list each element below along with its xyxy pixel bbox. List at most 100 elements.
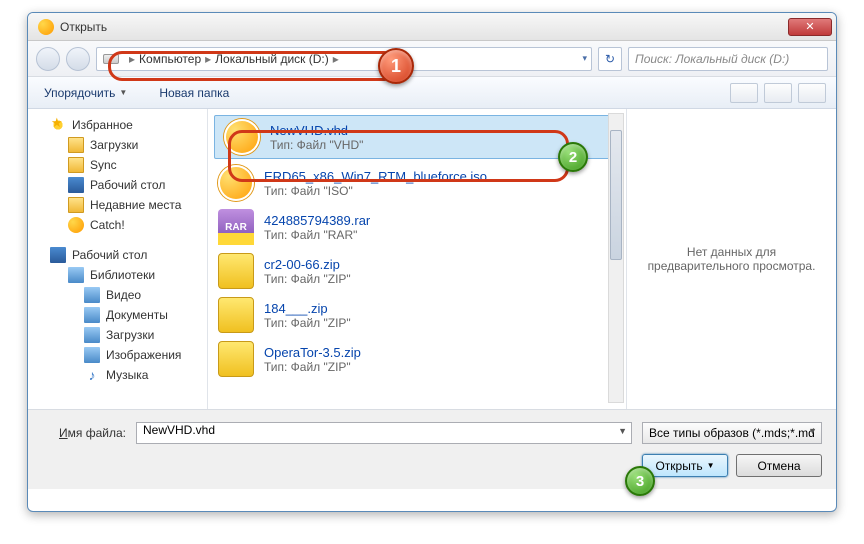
file-type: Тип: Файл "ZIP" — [264, 360, 361, 374]
desktop-icon — [50, 247, 66, 263]
window-title: Открыть — [60, 20, 107, 34]
filetype-select[interactable]: Все типы образов (*.mds;*.md▼ — [642, 422, 822, 444]
sidebar-item-documents[interactable]: Документы — [28, 305, 207, 325]
help-button[interactable] — [798, 83, 826, 103]
chevron-down-icon[interactable]: ▼ — [618, 426, 627, 436]
address-bar[interactable]: ▸ Компьютер ▸ Локальный диск (D:) ▸ ▾ — [96, 47, 592, 71]
filename-value: NewVHD.vhd — [143, 423, 215, 437]
sidebar-item-images[interactable]: Изображения — [28, 345, 207, 365]
downloads-icon — [84, 327, 100, 343]
sidebar-item-label: Catch! — [90, 218, 125, 232]
chevron-right-icon: ▸ — [129, 52, 135, 66]
sidebar-item-label: Музыка — [106, 368, 148, 382]
documents-icon — [84, 307, 100, 323]
file-type: Тип: Файл "ZIP" — [264, 316, 351, 330]
annotation-callout-3: 3 — [625, 466, 655, 496]
disc-image-icon — [218, 165, 254, 201]
dialog-body: Избранное Загрузки Sync Рабочий стол Нед… — [28, 109, 836, 409]
file-type: Тип: Файл "ZIP" — [264, 272, 351, 286]
refresh-button[interactable]: ↻ — [598, 47, 622, 71]
open-label: Открыть — [655, 459, 702, 473]
cancel-button[interactable]: Отмена — [736, 454, 822, 477]
sidebar-item-desktop[interactable]: Рабочий стол — [28, 175, 207, 195]
sidebar-item-downloads2[interactable]: Загрузки — [28, 325, 207, 345]
app-icon — [38, 19, 54, 35]
sidebar-item-label: Sync — [90, 158, 117, 172]
sidebar-item-sync[interactable]: Sync — [28, 155, 207, 175]
nav-forward-button[interactable] — [66, 47, 90, 71]
titlebar: Открыть ✕ — [28, 13, 836, 41]
sidebar-item-label: Видео — [106, 288, 141, 302]
libraries-icon — [68, 267, 84, 283]
folder-icon — [68, 137, 84, 153]
video-icon — [84, 287, 100, 303]
file-row[interactable]: OperaTor-3.5.zipТип: Файл "ZIP" — [208, 337, 626, 381]
sidebar-libraries[interactable]: Библиотеки — [28, 265, 207, 285]
sidebar-favorites[interactable]: Избранное — [28, 115, 207, 135]
address-dropdown-icon[interactable]: ▾ — [582, 53, 587, 64]
zip-icon — [218, 297, 254, 333]
scroll-thumb[interactable] — [610, 130, 622, 260]
favorites-label: Избранное — [72, 118, 133, 132]
chevron-right-icon: ▸ — [333, 52, 339, 66]
desktop-icon — [68, 177, 84, 193]
catch-icon — [68, 217, 84, 233]
file-type: Тип: Файл "RAR" — [264, 228, 370, 242]
open-button[interactable]: Открыть ▼ — [642, 454, 728, 477]
preview-pane: Нет данных для предварительного просмотр… — [626, 109, 836, 409]
nav-back-button[interactable] — [36, 47, 60, 71]
disc-image-icon — [224, 119, 260, 155]
filename-label: Имя файла: — [42, 426, 126, 440]
filename-label-text: мя файла: — [68, 426, 126, 440]
chevron-down-icon: ▼ — [119, 88, 127, 97]
sidebar-item-recent[interactable]: Недавние места — [28, 195, 207, 215]
sidebar-item-video[interactable]: Видео — [28, 285, 207, 305]
preview-empty-text: Нет данных для предварительного просмотр… — [647, 245, 816, 273]
libraries-label: Библиотеки — [90, 268, 155, 282]
folder-icon — [68, 157, 84, 173]
organize-menu[interactable]: Упорядочить ▼ — [38, 82, 133, 104]
music-icon: ♪ — [84, 367, 100, 383]
new-folder-button[interactable]: Новая папка — [153, 82, 235, 104]
file-type: Тип: Файл "ISO" — [264, 184, 487, 198]
file-name: 184___.zip — [264, 301, 351, 316]
desktop-label: Рабочий стол — [72, 248, 147, 262]
file-row[interactable]: RAR 424885794389.rarТип: Файл "RAR" — [208, 205, 626, 249]
sidebar-item-label: Рабочий стол — [90, 178, 165, 192]
search-input[interactable]: Поиск: Локальный диск (D:) — [628, 47, 828, 71]
sidebar-item-label: Изображения — [106, 348, 181, 362]
breadcrumb-drive[interactable]: Локальный диск (D:) — [215, 52, 329, 66]
star-icon — [50, 117, 66, 133]
sidebar-item-music[interactable]: ♪ Музыка — [28, 365, 207, 385]
dialog-footer: Имя файла: NewVHD.vhd ▼ Все типы образов … — [28, 409, 836, 489]
scrollbar[interactable] — [608, 113, 624, 403]
file-name: NewVHD.vhd — [270, 123, 363, 138]
rar-icon: RAR — [218, 209, 254, 245]
toolbar: Упорядочить ▼ Новая папка — [28, 77, 836, 109]
nav-row: ▸ Компьютер ▸ Локальный диск (D:) ▸ ▾ ↻ … — [28, 41, 836, 77]
sidebar-desktop-group[interactable]: Рабочий стол — [28, 245, 207, 265]
drive-icon — [103, 54, 119, 64]
sidebar-item-downloads[interactable]: Загрузки — [28, 135, 207, 155]
file-name: cr2-00-66.zip — [264, 257, 351, 272]
images-icon — [84, 347, 100, 363]
sidebar-item-label: Недавние места — [90, 198, 181, 212]
sidebar-item-label: Загрузки — [90, 138, 138, 152]
preview-pane-button[interactable] — [764, 83, 792, 103]
filetype-value: Все типы образов (*.mds;*.md — [649, 426, 815, 440]
view-mode-button[interactable] — [730, 83, 758, 103]
file-row[interactable]: 184___.zipТип: Файл "ZIP" — [208, 293, 626, 337]
file-row[interactable]: cr2-00-66.zipТип: Файл "ZIP" — [208, 249, 626, 293]
chevron-right-icon: ▸ — [205, 52, 211, 66]
file-name: ERD65_x86_Win7_RTM_blueforce.iso — [264, 169, 487, 184]
split-button-arrow-icon[interactable]: ▼ — [707, 461, 715, 470]
sidebar-item-catch[interactable]: Catch! — [28, 215, 207, 235]
organize-label: Упорядочить — [44, 86, 115, 100]
filename-input[interactable]: NewVHD.vhd ▼ — [136, 422, 632, 444]
sidebar: Избранное Загрузки Sync Рабочий стол Нед… — [28, 109, 208, 409]
sidebar-item-label: Загрузки — [106, 328, 154, 342]
file-type: Тип: Файл "VHD" — [270, 138, 363, 152]
file-name: OperaTor-3.5.zip — [264, 345, 361, 360]
breadcrumb-computer[interactable]: Компьютер — [139, 52, 201, 66]
close-button[interactable]: ✕ — [788, 18, 832, 36]
